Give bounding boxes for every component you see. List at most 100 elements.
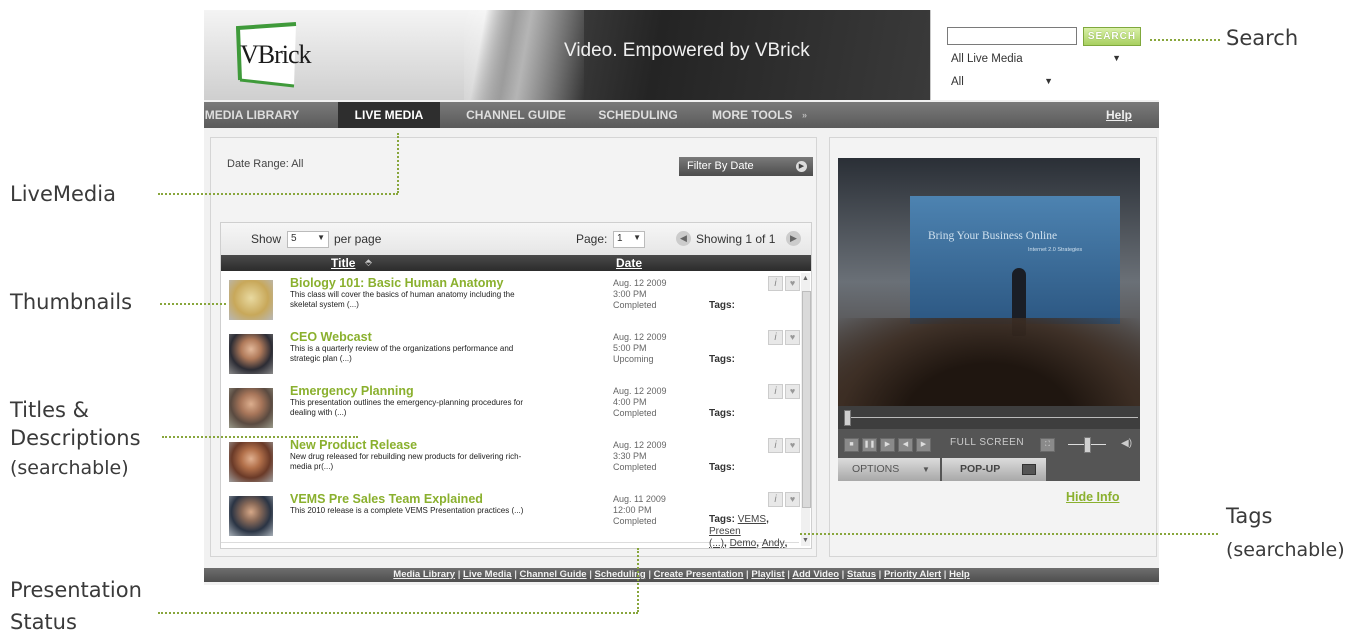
row-time: 3:00 PM — [613, 289, 647, 299]
pop-up-button[interactable]: POP-UP — [942, 458, 1046, 481]
thumbnail-image[interactable] — [229, 334, 273, 374]
video-player[interactable]: Bring Your Business Online Internet 2.0 … — [838, 158, 1140, 406]
favorite-icon[interactable]: ♥ — [785, 330, 800, 345]
row-description: New drug released for rebuilding new pro… — [290, 452, 522, 471]
callout-titles-1: Titles & — [10, 398, 89, 422]
favorite-icon[interactable]: ♥ — [785, 438, 800, 453]
category-select[interactable]: All ▼ — [947, 75, 1057, 91]
footer-link-channel-guide[interactable]: Channel Guide — [520, 569, 587, 580]
thumbnail-image[interactable] — [229, 388, 273, 428]
nav-channel-guide[interactable]: CHANNEL GUIDE — [456, 102, 576, 128]
media-type-select[interactable]: All Live Media ▼ — [947, 52, 1125, 68]
thumbnail-image[interactable] — [229, 280, 273, 320]
favorite-icon[interactable]: ♥ — [785, 384, 800, 399]
full-screen-button[interactable]: FULL SCREEN — [950, 437, 1024, 448]
info-icon[interactable]: i — [768, 384, 783, 399]
favorite-icon[interactable]: ♥ — [785, 492, 800, 507]
options-label: OPTIONS — [852, 463, 900, 475]
help-link[interactable]: Help — [1106, 102, 1146, 128]
rewind-icon[interactable]: ◀ — [898, 438, 913, 452]
table-row[interactable]: CEO Webcast This is a quarterly review o… — [221, 326, 800, 381]
progress-bar[interactable] — [838, 406, 1140, 429]
tag-link[interactable]: Andy — [762, 538, 785, 549]
date-column-header[interactable]: Date — [616, 256, 642, 270]
fullscreen-icon[interactable]: ⛶ — [1040, 438, 1055, 452]
row-time: 5:00 PM — [613, 343, 647, 353]
table-row[interactable]: Emergency Planning This presentation out… — [221, 380, 800, 435]
row-description: This 2010 release is a complete VEMS Pre… — [290, 506, 524, 515]
play-icon[interactable]: ▶ — [880, 438, 895, 452]
info-icon[interactable]: i — [768, 330, 783, 345]
media-type-value: All Live Media — [951, 53, 1023, 65]
callout-titles-3: (searchable) — [10, 457, 129, 479]
live-media-panel: Date Range: All Filter By Date ▶ Show 5 … — [210, 137, 817, 557]
title-column-header[interactable]: Title — [331, 256, 355, 270]
nav-scheduling[interactable]: SCHEDULING — [588, 102, 688, 128]
tag-link[interactable]: Demo — [730, 538, 757, 549]
favorite-icon[interactable]: ♥ — [785, 276, 800, 291]
list-scrollbar[interactable]: ▲ ▼ — [801, 273, 811, 546]
footer-link-add-video[interactable]: Add Video — [792, 569, 839, 580]
row-title[interactable]: CEO Webcast — [290, 330, 372, 344]
row-tags-label: Tags: — [709, 408, 735, 419]
callout-tags-2: (searchable) — [1226, 539, 1345, 561]
footer-link-live-media[interactable]: Live Media — [463, 569, 512, 580]
nav-more-tools[interactable]: MORE TOOLS — [712, 102, 802, 128]
pause-icon[interactable]: ❚❚ — [862, 438, 877, 452]
callout-tags-line — [800, 533, 1218, 535]
footer-link-status[interactable]: Status — [847, 569, 876, 580]
row-title[interactable]: Biology 101: Basic Human Anatomy — [290, 276, 503, 290]
forward-icon[interactable]: ▶ — [916, 438, 931, 452]
nav-live-media[interactable]: LIVE MEDIA — [338, 102, 440, 128]
search-input[interactable] — [947, 27, 1077, 45]
footer-link-priority-alert[interactable]: Priority Alert — [884, 569, 941, 580]
tag-link[interactable]: (...) — [709, 538, 724, 549]
row-tags-label: Tags: — [709, 354, 735, 365]
scroll-thumb[interactable] — [802, 291, 811, 508]
tag-link[interactable]: Presen — [709, 526, 741, 537]
more-tools-chevron-icon: » — [802, 110, 808, 120]
scroll-up-icon[interactable]: ▲ — [802, 275, 809, 282]
tagline: Video. Empowered by VBrick — [564, 40, 810, 61]
info-icon[interactable]: i — [768, 492, 783, 507]
table-row[interactable]: New Product Release New drug released fo… — [221, 434, 800, 489]
table-row[interactable]: VEMS Pre Sales Team Explained This 2010 … — [221, 488, 800, 549]
page-select[interactable]: 1 ▼ — [613, 231, 645, 248]
thumbnail-image[interactable] — [229, 496, 273, 536]
footer-link-playlist[interactable]: Playlist — [751, 569, 784, 580]
footer-link-create-presentation[interactable]: Create Presentation — [654, 569, 744, 580]
footer-link-media-library[interactable]: Media Library — [393, 569, 455, 580]
row-title[interactable]: New Product Release — [290, 438, 417, 452]
volume-slider[interactable] — [1084, 437, 1091, 453]
prev-page-icon[interactable]: ◀ — [676, 231, 691, 246]
thumbnail-image[interactable] — [229, 442, 273, 482]
logo-text[interactable]: VBrick — [240, 40, 312, 70]
info-icon[interactable]: i — [768, 276, 783, 291]
progress-handle[interactable] — [844, 410, 851, 426]
search-button[interactable]: SEARCH — [1083, 27, 1141, 46]
row-title[interactable]: VEMS Pre Sales Team Explained — [290, 492, 483, 506]
next-page-icon[interactable]: ▶ — [786, 231, 801, 246]
category-value: All — [951, 76, 964, 88]
sort-icon[interactable]: ⬘ — [365, 257, 372, 268]
filter-by-date-label: Filter By Date — [687, 160, 754, 172]
footer-link-help[interactable]: Help — [949, 569, 970, 580]
row-tags-label: Tags: — [709, 462, 735, 473]
hide-info-link[interactable]: Hide Info — [1066, 490, 1119, 504]
info-icon[interactable]: i — [768, 438, 783, 453]
chevron-down-icon: ▼ — [1112, 53, 1121, 63]
row-title[interactable]: Emergency Planning — [290, 384, 414, 398]
page-size-value: 5 — [291, 233, 297, 244]
options-dropdown[interactable]: OPTIONS ▼ — [838, 458, 940, 481]
filter-by-date-button[interactable]: Filter By Date ▶ — [679, 157, 813, 176]
callout-livemedia: LiveMedia — [10, 182, 116, 206]
tag-link[interactable]: VEMS — [738, 514, 766, 525]
speaker-icon[interactable]: ◀) — [1121, 438, 1132, 449]
nav-media-library[interactable]: MEDIA LIBRARY — [204, 102, 300, 128]
row-status: Completed — [613, 462, 657, 472]
showing-count: Showing 1 of 1 — [696, 232, 776, 246]
table-row[interactable]: Biology 101: Basic Human Anatomy This cl… — [221, 272, 800, 327]
scroll-down-icon[interactable]: ▼ — [802, 537, 809, 544]
stop-icon[interactable]: ■ — [844, 438, 859, 452]
page-size-select[interactable]: 5 ▼ — [287, 231, 329, 248]
